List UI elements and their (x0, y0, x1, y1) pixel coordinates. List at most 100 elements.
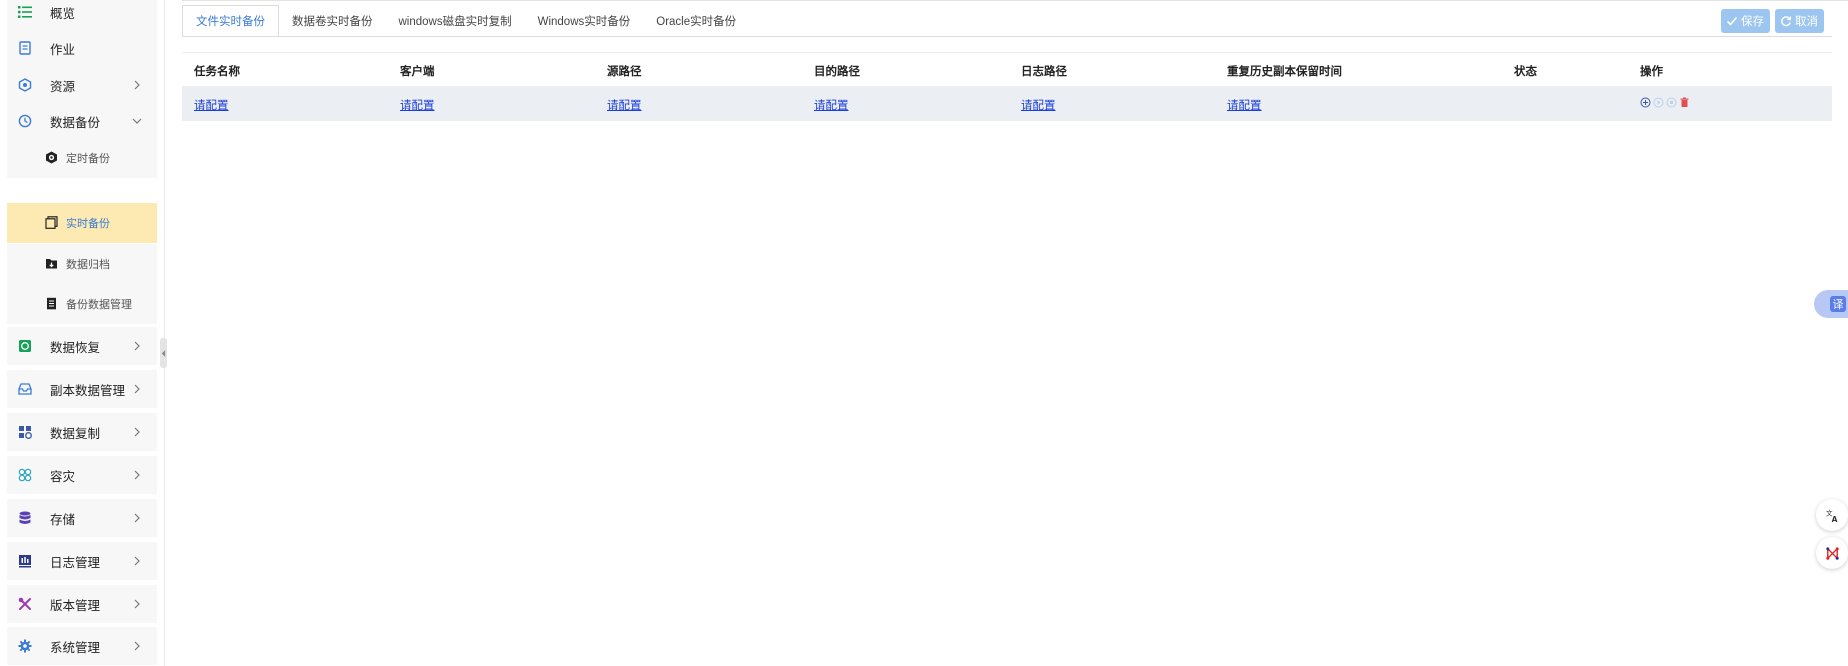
svg-text:A: A (1831, 515, 1837, 523)
sidebar-item-log-management[interactable]: 日志管理 (7, 542, 157, 580)
configure-link[interactable]: 请配置 (814, 100, 849, 112)
configure-link[interactable]: 请配置 (400, 100, 435, 112)
column-header: 任务名称 (194, 66, 240, 78)
table-row: 请配置 请配置 请配置 请配置 请配置 请配置 (182, 86, 1832, 121)
grid-copy-icon (18, 425, 32, 439)
sidebar-item-label: 资源 (50, 79, 76, 94)
table-header: 任务名称 客户端 源路径 目的路径 日志路径 重复历史副本保留时间 状态 操作 (182, 52, 1832, 86)
stop-icon[interactable] (1666, 97, 1677, 108)
cancel-button[interactable]: 取消 (1775, 9, 1824, 33)
file-list-icon (45, 297, 58, 310)
translate-float-button[interactable]: 译 (1814, 290, 1848, 318)
list-icon (18, 5, 32, 19)
sidebar-item-resources[interactable]: 资源 (7, 66, 157, 104)
sidebar-item-data-backup[interactable]: 数据备份 (7, 102, 157, 140)
table-cell: 请配置 (1227, 97, 1262, 113)
sidebar-subitem-label: 数据归档 (66, 259, 110, 271)
refresh-icon (1781, 16, 1792, 27)
column-header: 目的路径 (814, 66, 860, 78)
configure-link[interactable]: 请配置 (607, 100, 642, 112)
chevron-right-icon (131, 640, 143, 652)
row-actions (1640, 97, 1690, 108)
archive-icon (45, 257, 58, 270)
chevron-right-icon (131, 79, 143, 91)
configure-link[interactable]: 请配置 (1021, 100, 1056, 112)
sidebar-subitem-label: 备份数据管理 (66, 299, 132, 311)
sidebar-item-label: 系统管理 (50, 640, 101, 655)
add-icon[interactable] (1640, 97, 1651, 108)
sidebar-item-version-management[interactable]: 版本管理 (7, 585, 157, 623)
language-switch-button[interactable]: 文A (1816, 499, 1848, 531)
tab-volume-realtime-backup[interactable]: 数据卷实时备份 (279, 5, 386, 37)
tab-windows-disk-realtime-replication[interactable]: windows磁盘实时复制 (386, 5, 525, 37)
tab-oracle-realtime-backup[interactable]: Oracle实时备份 (643, 5, 749, 37)
sidebar-subitem-data-archive[interactable]: 数据归档 (7, 244, 157, 284)
table-cell: 请配置 (814, 97, 849, 113)
column-header: 源路径 (607, 66, 642, 78)
column-header: 重复历史副本保留时间 (1227, 66, 1342, 78)
sidebar: 概览 作业 资源 数据备份 定时备份 实时备份 数据归档 备份数据管理 数据恢复… (0, 0, 165, 666)
sidebar-item-label: 作业 (50, 42, 76, 57)
sidebar-item-copy-data-management[interactable]: 副本数据管理 (7, 370, 157, 408)
chevron-down-icon (131, 115, 143, 127)
sidebar-subitem-label: 定时备份 (66, 153, 110, 165)
save-button[interactable]: 保存 (1721, 9, 1770, 33)
sidebar-item-data-replication[interactable]: 数据复制 (7, 413, 157, 451)
main-content: 文件实时备份 数据卷实时备份 windows磁盘实时复制 Windows实时备份… (166, 0, 1848, 666)
tab-bar: 文件实时备份 数据卷实时备份 windows磁盘实时复制 Windows实时备份… (182, 5, 749, 37)
database-icon (18, 511, 32, 525)
chevron-right-icon (131, 555, 143, 567)
sidebar-item-label: 存储 (50, 512, 76, 527)
tab-bar-divider (182, 36, 1832, 37)
column-header: 状态 (1514, 66, 1537, 78)
table-cell: 请配置 (400, 97, 435, 113)
sidebar-subitem-backup-data-management[interactable]: 备份数据管理 (7, 284, 157, 324)
chevron-right-icon (131, 512, 143, 524)
configure-link[interactable]: 请配置 (194, 100, 229, 112)
timer-icon (45, 151, 58, 164)
sidebar-item-label: 数据恢复 (50, 340, 101, 355)
document-icon (18, 41, 32, 55)
sidebar-subitem-scheduled-backup[interactable]: 定时备份 (7, 138, 157, 178)
sidebar-item-disaster-recovery[interactable]: 容灾 (7, 456, 157, 494)
gear-icon (18, 639, 32, 653)
sidebar-item-jobs[interactable]: 作业 (7, 29, 157, 67)
translate-icon: 译 (1830, 296, 1846, 312)
rings-icon (18, 468, 32, 482)
save-button-label: 保存 (1741, 16, 1764, 28)
sidebar-subitem-realtime-backup[interactable]: 实时备份 (7, 203, 157, 243)
delete-icon[interactable] (1679, 97, 1690, 108)
cancel-button-label: 取消 (1795, 16, 1818, 28)
column-header: 日志路径 (1021, 66, 1067, 78)
inbox-icon (18, 382, 32, 396)
sidebar-item-label: 日志管理 (50, 555, 101, 570)
sidebar-item-label: 容灾 (50, 469, 76, 484)
language-icon: 文A (1825, 508, 1837, 523)
sidebar-item-system-management[interactable]: 系统管理 (7, 627, 157, 665)
tools-icon (18, 597, 32, 611)
play-icon[interactable] (1653, 97, 1664, 108)
log-chart-icon (18, 554, 32, 568)
sidebar-item-data-restore[interactable]: 数据恢复 (7, 327, 157, 365)
tab-windows-realtime-backup[interactable]: Windows实时备份 (525, 5, 644, 37)
sidebar-item-overview[interactable]: 概览 (7, 0, 157, 31)
configure-link[interactable]: 请配置 (1227, 100, 1262, 112)
sidebar-item-label: 概览 (50, 6, 76, 21)
table-cell: 请配置 (1021, 97, 1056, 113)
sidebar-item-label: 副本数据管理 (50, 383, 126, 398)
column-header: 操作 (1640, 66, 1663, 78)
ai-assistant-button[interactable] (1816, 537, 1848, 569)
sidebar-item-label: 数据复制 (50, 426, 101, 441)
sidebar-item-storage[interactable]: 存储 (7, 499, 157, 537)
table-cell: 请配置 (607, 97, 642, 113)
tab-file-realtime-backup[interactable]: 文件实时备份 (182, 5, 279, 37)
divider (182, 0, 1848, 1)
hexagon-icon (18, 78, 32, 92)
chevron-right-icon (131, 469, 143, 481)
sidebar-item-label: 数据备份 (50, 115, 101, 130)
column-header: 客户端 (400, 66, 435, 78)
history-icon (18, 114, 32, 128)
sidebar-subitem-label: 实时备份 (66, 218, 110, 230)
network-icon (1825, 546, 1839, 560)
chevron-right-icon (131, 383, 143, 395)
